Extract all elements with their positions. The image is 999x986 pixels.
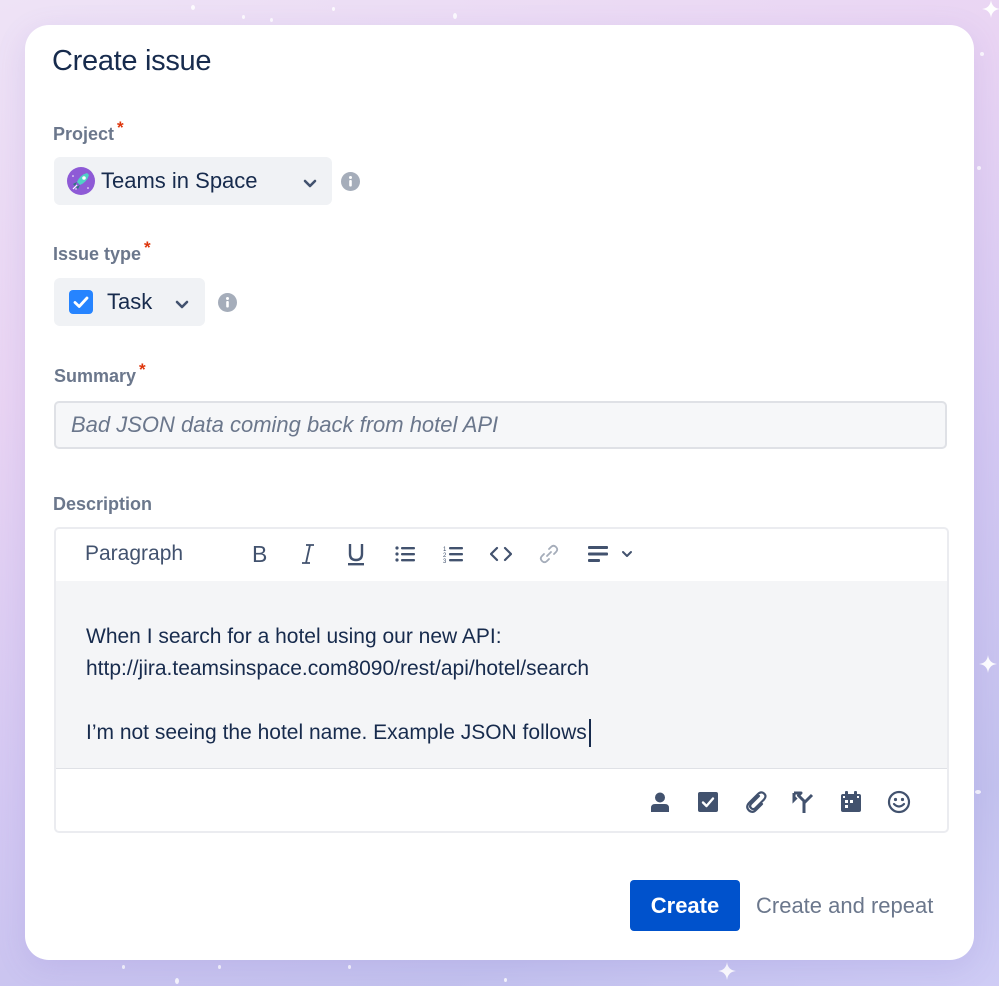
star-decoration: [270, 18, 273, 22]
star-decoration: [175, 978, 179, 984]
action-item-icon[interactable]: [695, 789, 721, 815]
create-button[interactable]: Create: [630, 880, 740, 931]
star-decoration: [348, 965, 351, 969]
mention-icon[interactable]: [647, 789, 673, 815]
description-label: Description: [53, 494, 153, 514]
summary-field[interactable]: [54, 401, 947, 449]
issue-type-label: Issue type *: [53, 238, 151, 265]
star-decoration: [980, 52, 984, 56]
chevron-down-icon: [622, 551, 632, 557]
star-decoration: [453, 13, 457, 19]
task-checkbox-icon: [69, 290, 93, 314]
description-line-text: I’m not seeing the hotel name. Example J…: [86, 721, 587, 744]
project-info-icon[interactable]: [341, 172, 360, 191]
sparkle-decoration: [979, 655, 997, 673]
summary-input[interactable]: [56, 412, 945, 438]
bullet-list-icon[interactable]: [394, 540, 416, 568]
editor-toolbar: Paragraph B 123: [56, 529, 947, 579]
create-issue-dialog: Create issue Project * Teams in Space Iss…: [25, 25, 974, 960]
description-line: When I search for a hotel using our new …: [86, 625, 502, 648]
svg-text:B: B: [252, 543, 267, 565]
star-decoration: [122, 965, 125, 969]
link-icon[interactable]: [537, 540, 561, 568]
star-decoration: [242, 15, 245, 19]
create-and-repeat-button[interactable]: Create and repeat: [756, 880, 933, 931]
date-icon[interactable]: [838, 789, 864, 815]
dialog-title: Create issue: [52, 45, 212, 77]
description-content[interactable]: When I search for a hotel using our new …: [56, 581, 947, 769]
svg-text:3: 3: [443, 559, 447, 563]
required-asterisk: *: [139, 360, 146, 379]
chevron-down-icon: [303, 176, 317, 194]
project-label: Project *: [53, 118, 124, 145]
issue-type-select[interactable]: Task: [54, 278, 205, 326]
attachment-icon[interactable]: [743, 789, 769, 815]
description-line: [86, 685, 947, 717]
chevron-down-icon: [175, 297, 189, 315]
text-caret: [588, 719, 591, 748]
issue-type-info-icon[interactable]: [218, 293, 237, 312]
project-select[interactable]: Teams in Space: [54, 157, 332, 205]
summary-label: Summary *: [54, 360, 146, 387]
emoji-icon[interactable]: [886, 789, 912, 815]
editor-footer: [56, 771, 947, 829]
star-decoration: [975, 790, 981, 794]
decision-icon[interactable]: [790, 789, 816, 815]
star-decoration: [218, 965, 221, 969]
numbered-list-icon[interactable]: 123: [442, 540, 464, 568]
star-decoration: [504, 978, 507, 982]
align-icon: [588, 546, 608, 562]
code-icon[interactable]: [489, 540, 513, 568]
rocket-avatar-icon: [67, 167, 95, 195]
bold-icon[interactable]: B: [249, 540, 273, 568]
required-asterisk: *: [117, 118, 124, 137]
project-value: Teams in Space: [101, 168, 258, 193]
text-style-dropdown[interactable]: Paragraph: [85, 542, 183, 566]
sparkle-decoration: [718, 962, 736, 980]
required-asterisk: *: [144, 238, 151, 257]
underline-icon[interactable]: [345, 540, 367, 568]
star-decoration: [977, 166, 981, 170]
alignment-dropdown[interactable]: [584, 540, 638, 568]
summary-label-text: Summary: [54, 366, 137, 386]
star-decoration: [191, 5, 195, 10]
italic-icon[interactable]: [298, 540, 318, 568]
project-label-text: Project: [53, 124, 115, 144]
star-decoration: [332, 7, 335, 11]
issue-type-label-text: Issue type: [53, 244, 142, 264]
sparkle-decoration: [982, 0, 999, 18]
description-line: http://jira.teamsinspace.com8090/rest/ap…: [86, 657, 590, 680]
issue-type-value: Task: [107, 289, 153, 314]
description-editor: Paragraph B 123 When I search for a hote…: [54, 527, 949, 833]
description-line: I’m not seeing the hotel name. Example J…: [86, 717, 947, 749]
